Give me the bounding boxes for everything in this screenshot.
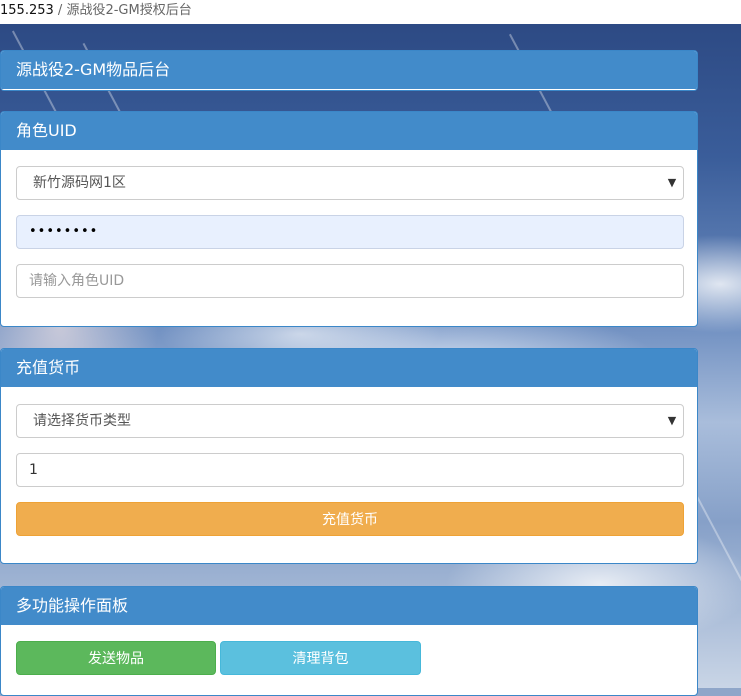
chevron-down-icon: ▼ [667,414,677,427]
currency-type-select[interactable]: 请选择货币类型 ▼ [16,404,684,438]
currency-type-select-value: 请选择货币类型 [33,413,131,429]
amount-input[interactable]: 1 [16,453,684,487]
server-select[interactable]: 新竹源码网1区 ▼ [16,166,684,200]
role-uid-panel-title: 角色UID [1,112,697,150]
multi-function-panel: 多功能操作面板 发送物品 清理背包 [0,586,698,696]
recharge-panel-title: 充值货币 [1,349,697,387]
header-panel: 源战役2-GM物品后台 [0,50,698,91]
browser-tab-bar: 155.253 / 源战役2-GM授权后台 [0,0,741,24]
chevron-down-icon: ▼ [667,176,677,189]
role-uid-placeholder: 请输入角色UID [29,273,125,289]
password-field-value: •••••••• [29,224,99,239]
role-uid-panel: 角色UID 新竹源码网1区 ▼ •••••••• 请输入角色UID [0,111,698,327]
header-panel-title: 源战役2-GM物品后台 [1,51,697,89]
recharge-currency-button[interactable]: 充值货币 [16,502,684,536]
password-field[interactable]: •••••••• [16,215,684,249]
title-separator: / [57,3,63,18]
clear-bag-button[interactable]: 清理背包 [220,641,421,675]
recharge-panel: 充值货币 请选择货币类型 ▼ 1 充值货币 [0,348,698,564]
role-uid-input[interactable]: 请输入角色UID [16,264,684,298]
amount-input-value: 1 [29,462,38,478]
send-items-button[interactable]: 发送物品 [16,641,216,675]
multi-function-panel-title: 多功能操作面板 [1,587,697,625]
page-title[interactable]: 源战役2-GM授权后台 [66,3,191,18]
host-address[interactable]: 155.253 [0,3,54,18]
server-select-value: 新竹源码网1区 [33,175,126,191]
